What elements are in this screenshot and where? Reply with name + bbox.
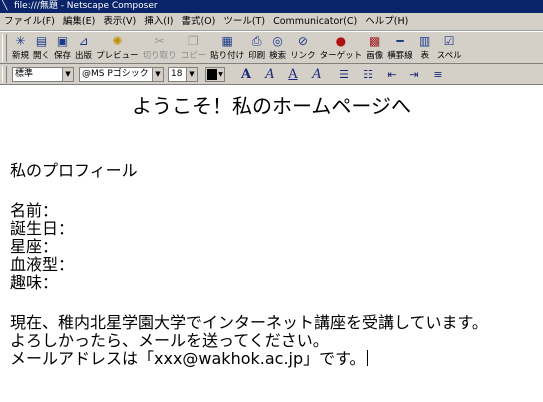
- paste-icon: ▦: [221, 34, 233, 48]
- menu-bar: ファイル(F) 編集(E) 表示(V) 挿入(I) 書式(O) ツール(T) Communi…: [0, 13, 543, 31]
- image-button[interactable]: ▩ 画像: [364, 32, 385, 63]
- netscape-icon: ╲: [2, 1, 8, 11]
- composition-toolbar: ✳ 新規 ▤ 開く ▣ 保存 ⊿ 出版 ✺ プレビュー ✂ 切り取り ❐ コピー…: [0, 31, 543, 64]
- page-heading: ようこそ！私のホームページへ: [132, 94, 411, 118]
- new-button[interactable]: ✳ 新規: [10, 32, 31, 63]
- horizontal-line-icon: ━: [396, 34, 404, 48]
- format-toolbar-grip[interactable]: [2, 66, 7, 83]
- find-icon: ◎: [272, 34, 283, 48]
- paragraph-style-select[interactable]: 標準 ▼: [12, 67, 74, 82]
- formatting-toolbar: 標準 ▼ @MS Pゴシック ▼ 18 ▼ ▼ A A A A ☰ ☷ ⇤ ⇥ …: [0, 64, 543, 85]
- chevron-down-icon: ▼: [152, 68, 163, 81]
- field-hobby: 趣味：: [10, 273, 59, 292]
- save-icon: ▣: [56, 34, 69, 48]
- menu-format[interactable]: 書式(O): [177, 13, 219, 31]
- paste-button[interactable]: ▦ 貼り付け: [208, 32, 246, 63]
- spell-check-icon: ☑: [443, 34, 455, 48]
- font-size-select[interactable]: 18 ▼: [168, 67, 198, 82]
- chevron-down-icon: ▼: [186, 68, 197, 81]
- color-swatch: [207, 69, 217, 80]
- italic-icon[interactable]: A: [262, 66, 278, 83]
- font-select[interactable]: @MS Pゴシック ▼: [79, 67, 164, 82]
- title-bar: ╲ file:///無題 - Netscape Composer: [0, 0, 543, 13]
- window-title: file:///無題 - Netscape Composer: [14, 1, 158, 11]
- text-cursor: [366, 350, 368, 366]
- link-icon: ⊘: [297, 34, 308, 48]
- numbered-list-icon[interactable]: ☷: [360, 66, 376, 83]
- menu-tools[interactable]: ツール(T): [219, 13, 269, 31]
- find-button[interactable]: ◎ 検索: [267, 32, 288, 63]
- publish-button[interactable]: ⊿ 出版: [73, 32, 94, 63]
- decrease-indent-icon[interactable]: ⇤: [384, 66, 400, 83]
- open-icon: ▤: [35, 34, 48, 48]
- save-button[interactable]: ▣ 保存: [52, 32, 73, 63]
- publish-icon: ⊿: [78, 34, 89, 48]
- spell-check-button[interactable]: ☑ スペル: [435, 32, 464, 63]
- preview-button[interactable]: ✺ プレビュー: [94, 32, 141, 63]
- field-zodiac: 星座：: [10, 237, 59, 256]
- menu-help[interactable]: ヘルプ(H): [361, 13, 412, 31]
- print-icon: ⎙: [251, 34, 262, 48]
- image-icon: ▩: [369, 34, 381, 48]
- print-button[interactable]: ⎙ 印刷: [246, 32, 267, 63]
- copy-button[interactable]: ❐ コピー: [179, 32, 209, 63]
- body-line-email: メールアドレスは「xxx@wakhok.ac.jp」です。: [10, 349, 368, 368]
- link-button[interactable]: ⊘ リンク: [288, 32, 318, 63]
- profile-title: 私のプロフィール: [10, 161, 138, 180]
- target-icon: ●: [335, 34, 347, 48]
- table-icon: ▥: [419, 34, 431, 48]
- chevron-down-icon: ▼: [62, 68, 73, 81]
- new-page-icon: ✳: [15, 34, 26, 48]
- body-line: よろしかったら、メールを送ってください。: [10, 331, 329, 350]
- toolbar-grip[interactable]: [2, 34, 7, 62]
- horizontal-line-button[interactable]: ━ 横罫線: [385, 32, 415, 63]
- alignment-icon[interactable]: ≡: [430, 66, 446, 83]
- increase-indent-icon[interactable]: ⇥: [406, 66, 422, 83]
- cut-icon: ✂: [154, 34, 165, 48]
- editor-canvas[interactable]: ようこそ！私のホームページへ 私のプロフィール 名前： 誕生日： 星座： 血液型…: [0, 86, 543, 402]
- open-button[interactable]: ▤ 開く: [31, 32, 52, 63]
- field-name: 名前：: [10, 201, 59, 220]
- menu-view[interactable]: 表示(V): [99, 13, 140, 31]
- menu-insert[interactable]: 挿入(I): [140, 13, 177, 31]
- copy-icon: ❐: [187, 34, 199, 48]
- cut-button[interactable]: ✂ 切り取り: [141, 32, 179, 63]
- target-button[interactable]: ● ターゲット: [318, 32, 365, 63]
- chevron-down-icon: ▼: [218, 71, 223, 78]
- preview-icon: ✺: [112, 34, 123, 48]
- menu-communicator[interactable]: Communicator(C): [269, 13, 361, 31]
- menu-file[interactable]: ファイル(F): [0, 13, 59, 31]
- underline-icon[interactable]: A: [285, 66, 301, 83]
- field-blood-type: 血液型：: [10, 255, 75, 274]
- bullet-list-icon[interactable]: ☰: [336, 66, 352, 83]
- table-button[interactable]: ▥ 表: [415, 32, 435, 63]
- clear-styles-icon[interactable]: A: [309, 66, 325, 83]
- text-color-picker[interactable]: ▼: [205, 67, 225, 82]
- increase-font-size-icon[interactable]: A: [238, 66, 254, 83]
- menu-edit[interactable]: 編集(E): [59, 13, 99, 31]
- body-line: 現在、稚内北星学園大学でインターネット講座を受講しています。: [10, 313, 488, 332]
- field-birthday: 誕生日：: [10, 219, 75, 238]
